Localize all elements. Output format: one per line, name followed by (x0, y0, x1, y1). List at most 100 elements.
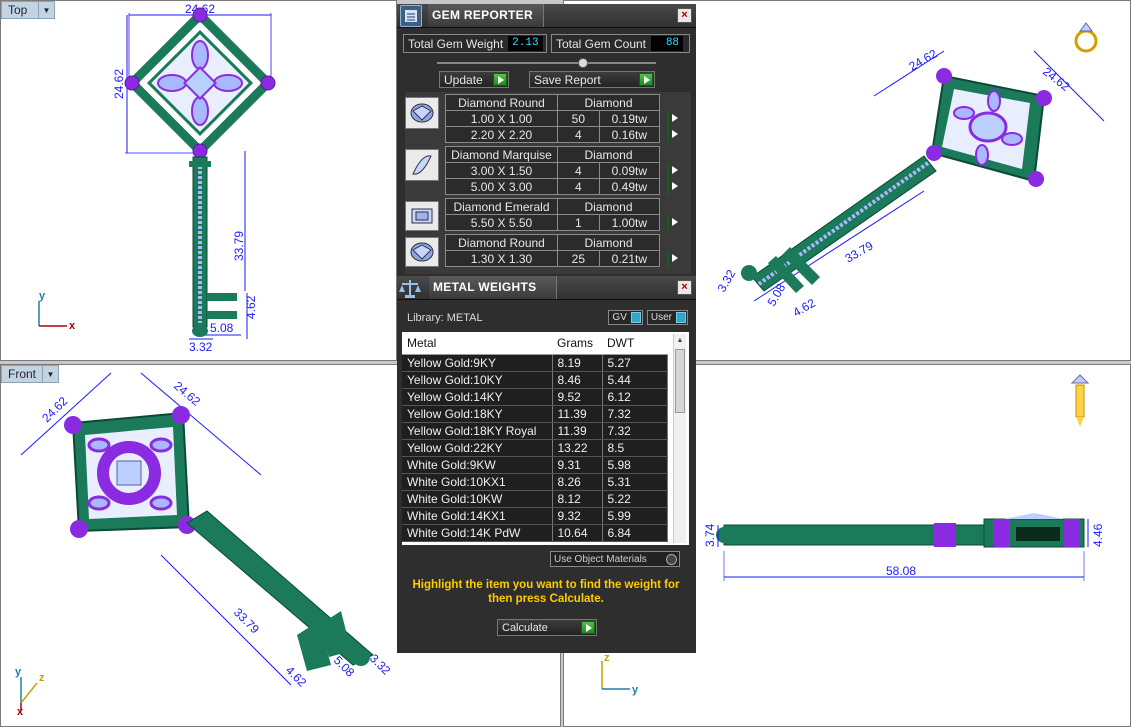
select-gem-button[interactable] (667, 162, 669, 179)
select-gem-button[interactable] (667, 126, 670, 143)
gem-row[interactable]: 5.50 X 5.50 1 1.00tw (445, 214, 676, 231)
viewport-label-tab[interactable]: Front ▼ (1, 365, 60, 383)
select-gem-button[interactable] (667, 214, 670, 231)
table-row[interactable]: White Gold:10KX1 8.26 5.31 (402, 473, 668, 491)
panel-split-slider[interactable] (437, 58, 656, 68)
gem-type: Diamond (557, 94, 660, 111)
gem-group-emerald[interactable]: Diamond Emerald Diamond 5.50 X 5.50 1 1.00t… (405, 198, 676, 231)
radio-icon[interactable] (666, 553, 677, 565)
cell-metal: Yellow Gold:9KY (402, 354, 553, 372)
gem-size: 5.50 X 5.50 (445, 214, 558, 231)
right-dim-left: 3.74 (703, 523, 717, 547)
gv-toggle[interactable]: GV (608, 310, 643, 325)
metal-weights-title: METAL WEIGHTS (429, 276, 558, 299)
cell-dwt: 6.84 (602, 524, 668, 542)
close-icon[interactable]: × (677, 8, 692, 23)
close-icon[interactable]: × (677, 280, 692, 295)
right-axis-y-label: y (632, 684, 639, 696)
gem-weight: 0.49tw (598, 178, 661, 195)
gem-reporter-title: GEM REPORTER (428, 4, 544, 27)
table-row[interactable]: White Gold:10KW 8.12 5.22 (402, 490, 668, 508)
cell-metal: Yellow Gold:10KY (402, 371, 553, 389)
front-dim-bit: 4.62 (283, 663, 310, 690)
metal-weights-titlebar[interactable]: METAL WEIGHTS × (397, 276, 696, 300)
gem-row[interactable]: 1.00 X 1.00 50 0.19tw (445, 110, 676, 127)
gem-weight: 0.21tw (598, 250, 661, 267)
table-row[interactable]: Yellow Gold:14KY 9.52 6.12 (402, 388, 668, 406)
update-button[interactable]: Update (439, 71, 509, 88)
total-gem-count-label: Total Gem Count (555, 36, 647, 51)
slider-knob[interactable] (578, 58, 588, 68)
gem-count: 1 (557, 214, 600, 231)
dim-ring: 3.32 (189, 340, 213, 354)
viewport-name-front[interactable]: Front (1, 365, 44, 383)
gem-size: 1.00 X 1.00 (445, 110, 558, 127)
persp-dim-shaft: 33.79 (843, 238, 876, 265)
gem-count: 4 (557, 178, 600, 195)
cell-grams: 10.64 (552, 524, 603, 542)
gem-size: 5.00 X 3.00 (445, 178, 558, 195)
cell-dwt: 5.22 (602, 490, 668, 508)
table-row[interactable]: Yellow Gold:18KY 11.39 7.32 (402, 405, 668, 423)
table-row[interactable]: White Gold:14KX1 9.32 5.99 (402, 507, 668, 525)
gem-reporter-titlebar[interactable]: GEM REPORTER × (397, 4, 696, 28)
table-row[interactable]: Yellow Gold:9KY 8.19 5.27 (402, 354, 668, 372)
cell-metal: Yellow Gold:18KY (402, 405, 553, 423)
column-header-metal[interactable]: Metal (402, 332, 552, 355)
front-axis-y-label: y (15, 666, 22, 678)
column-header-dwt[interactable]: DWT (602, 332, 668, 355)
select-gem-button[interactable] (667, 250, 670, 267)
table-row[interactable]: Yellow Gold:10KY 8.46 5.44 (402, 371, 668, 389)
user-toggle[interactable]: User (646, 310, 688, 325)
gem-row[interactable]: 2.20 X 2.20 4 0.16tw (445, 126, 676, 143)
gem-name: Diamond Marquise (445, 146, 558, 163)
cell-metal: White Gold:14K PdW (402, 524, 553, 542)
gem-group-marquise[interactable]: Diamond Marquise Diamond 3.00 X 1.50 4 0.09… (405, 146, 676, 195)
gem-group-round-1[interactable]: Diamond Round Diamond 1.00 X 1.00 50 0.19tw… (405, 94, 676, 143)
dim-bit2: 5.08 (210, 321, 234, 335)
gem-size: 3.00 X 1.50 (445, 162, 558, 179)
cell-grams: 8.26 (552, 473, 603, 491)
gem-row[interactable]: 3.00 X 1.50 4 0.09tw (445, 162, 676, 179)
user-toggle-label: User (650, 312, 672, 323)
use-object-materials-option[interactable]: Use Object Materials (550, 551, 680, 567)
round-diamond-icon (405, 97, 439, 129)
cell-dwt: 5.27 (602, 354, 668, 372)
instruction-text: Highlight the item you want to find the … (412, 579, 680, 605)
gem-count: 25 (557, 250, 600, 267)
viewport-label-tab[interactable]: Top ▼ (1, 1, 55, 19)
cell-grams: 11.39 (552, 405, 603, 423)
gem-row[interactable]: 1.30 X 1.30 25 0.21tw (445, 250, 676, 267)
vertical-scrollbar[interactable]: ▲ (673, 334, 686, 543)
table-row[interactable]: White Gold:9KW 9.31 5.98 (402, 456, 668, 474)
scroll-up-icon[interactable]: ▲ (674, 334, 686, 347)
select-gem-button[interactable] (667, 178, 670, 195)
gem-type: Diamond (557, 234, 660, 251)
table-row[interactable]: White Gold:14K PdW 10.64 6.84 (402, 524, 668, 542)
gem-row[interactable]: 5.00 X 3.00 4 0.49tw (445, 178, 676, 195)
gem-reporter-panel: GEM REPORTER × Total Gem Weight 2.13 Tot… (397, 4, 696, 276)
gem-name: Diamond Round (445, 94, 558, 111)
column-header-grams[interactable]: Grams (552, 332, 602, 355)
gem-report-icon (400, 4, 422, 27)
chevron-down-icon[interactable]: ▼ (43, 365, 60, 383)
metal-table[interactable]: Metal Grams DWT Yellow Gold:9KY 8.19 5.27 Y… (402, 332, 689, 545)
front-dim-shaft: 33.79 (231, 605, 262, 636)
cell-metal: White Gold:10KW (402, 490, 553, 508)
viewport-name-top[interactable]: Top (1, 1, 39, 19)
save-report-button[interactable]: Save Report (529, 71, 655, 88)
total-gem-weight-field: Total Gem Weight 2.13 (403, 34, 547, 53)
gem-group-round-2[interactable]: Diamond Round Diamond 1.30 X 1.30 25 0.21tw (405, 234, 676, 267)
table-row[interactable]: Yellow Gold:22KY 13.22 8.5 (402, 439, 668, 457)
cell-dwt: 7.32 (602, 422, 668, 440)
gem-count: 50 (557, 110, 600, 127)
table-row[interactable]: Yellow Gold:18KY Royal 11.39 7.32 (402, 422, 668, 440)
chevron-down-icon[interactable]: ▼ (39, 1, 55, 19)
select-gem-button[interactable] (667, 110, 669, 127)
scroll-thumb[interactable] (675, 349, 685, 413)
total-gem-count-field: Total Gem Count 88 (550, 34, 690, 53)
calculate-button-label: Calculate (502, 621, 548, 634)
calculate-button[interactable]: Calculate (497, 619, 597, 636)
top-viewport[interactable]: Top ▼ 24.62 24.62 33.79 4.62 5.08 3.32 (0, 0, 397, 361)
gem-list: Diamond Round Diamond 1.00 X 1.00 50 0.19tw… (405, 92, 691, 274)
